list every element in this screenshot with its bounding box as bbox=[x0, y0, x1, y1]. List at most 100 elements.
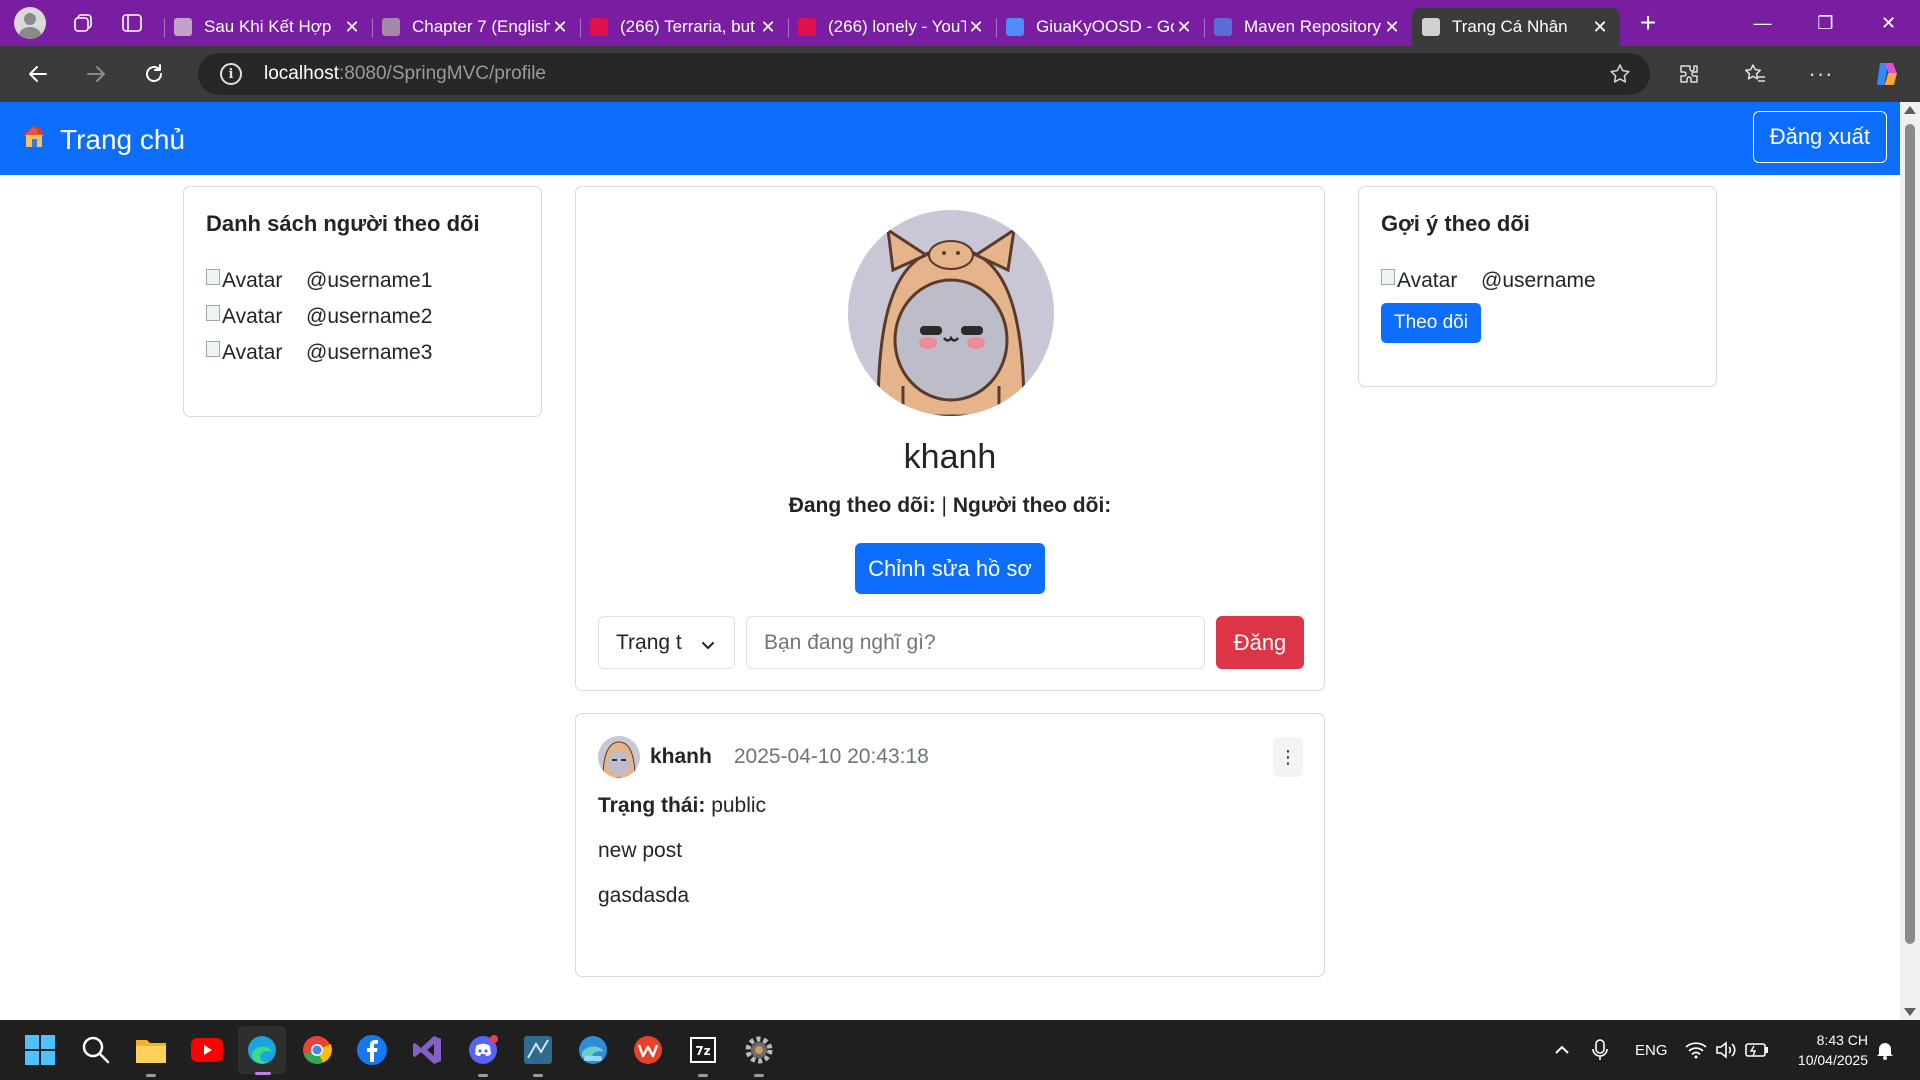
notification-bell-icon[interactable] bbox=[1876, 1020, 1894, 1080]
scrollbar-thumb[interactable] bbox=[1905, 124, 1915, 944]
restore-icon[interactable]: ❐ bbox=[1794, 0, 1857, 46]
wps-office-icon[interactable] bbox=[630, 1032, 666, 1068]
close-tab-icon[interactable]: ✕ bbox=[758, 17, 778, 38]
close-tab-icon[interactable]: ✕ bbox=[1382, 17, 1402, 38]
follower-username[interactable]: @username2 bbox=[306, 305, 432, 329]
google-docs-favicon bbox=[1006, 18, 1024, 36]
follower-item[interactable]: Avatar @username3 bbox=[206, 339, 519, 367]
workspaces-icon[interactable] bbox=[66, 5, 102, 41]
following-label[interactable]: Đang theo dõi: bbox=[789, 494, 936, 517]
7zip-icon[interactable]: 7z bbox=[685, 1032, 721, 1077]
toolbar-buttons: ··· bbox=[1656, 54, 1920, 94]
tab-title: Sau Khi Kết Hợp bbox=[204, 17, 332, 36]
browser-tab[interactable]: Chapter 7 (English) ✕ bbox=[372, 8, 580, 46]
status-value: public bbox=[711, 794, 767, 817]
battery-icon[interactable] bbox=[1745, 1020, 1769, 1080]
favorites-icon[interactable] bbox=[1722, 54, 1788, 94]
close-tab-icon[interactable]: ✕ bbox=[1590, 17, 1610, 38]
scroll-up-icon[interactable] bbox=[1904, 106, 1916, 114]
follower-item[interactable]: Avatar @username1 bbox=[206, 267, 519, 295]
wifi-icon[interactable] bbox=[1685, 1020, 1707, 1080]
broken-image-icon bbox=[206, 305, 220, 321]
more-options-icon[interactable]: ··· bbox=[1788, 54, 1854, 94]
forward-icon[interactable] bbox=[76, 54, 116, 94]
svg-text:7z: 7z bbox=[695, 1044, 710, 1058]
visual-studio-icon[interactable] bbox=[409, 1032, 445, 1068]
volume-icon[interactable] bbox=[1715, 1020, 1737, 1080]
close-tab-icon[interactable]: ✕ bbox=[342, 17, 362, 38]
brand-label: Trang chủ bbox=[60, 123, 186, 155]
edit-profile-button[interactable]: Chỉnh sửa hồ sơ bbox=[855, 543, 1045, 594]
profile-avatar bbox=[848, 210, 1054, 416]
browser-tab-active[interactable]: Trang Cá Nhân ✕ bbox=[1412, 8, 1620, 46]
site-info-icon[interactable]: i bbox=[220, 63, 242, 85]
search-icon[interactable] bbox=[78, 1032, 114, 1068]
browser-tab[interactable]: Maven Repository ✕ bbox=[1204, 8, 1412, 46]
profile-card: khanh Đang theo dõi: | Người theo dõi: C… bbox=[575, 186, 1325, 691]
back-icon[interactable] bbox=[18, 54, 58, 94]
follower-username[interactable]: @username1 bbox=[306, 269, 432, 293]
close-tab-icon[interactable]: ✕ bbox=[966, 17, 986, 38]
tab-favicon bbox=[174, 18, 192, 36]
follower-username[interactable]: @username3 bbox=[306, 341, 432, 365]
suggestions-title: Gợi ý theo dõi bbox=[1381, 211, 1530, 236]
browser-tab[interactable]: GiuaKyOOSD - Google Docs ✕ bbox=[996, 8, 1204, 46]
address-bar[interactable]: i localhost:8080/SpringMVC/profile bbox=[198, 53, 1650, 95]
reload-icon[interactable] bbox=[134, 54, 174, 94]
mysql-workbench-icon[interactable] bbox=[520, 1032, 556, 1077]
tab-actions-icon[interactable] bbox=[114, 5, 150, 41]
logout-button[interactable]: Đăng xuất bbox=[1752, 111, 1887, 163]
close-tab-icon[interactable]: ✕ bbox=[1174, 17, 1194, 38]
microphone-icon[interactable] bbox=[1592, 1020, 1608, 1080]
browser-toolbar: i localhost:8080/SpringMVC/profile ··· bbox=[0, 46, 1920, 102]
settings-gear-icon[interactable] bbox=[741, 1032, 777, 1077]
tab-title: Chapter 7 (English) bbox=[412, 17, 550, 36]
post-author[interactable]: khanh bbox=[650, 745, 712, 769]
browser-tab[interactable]: (266) Terraria, but ✕ bbox=[580, 8, 788, 46]
favorite-star-icon[interactable] bbox=[1608, 62, 1632, 91]
maven-favicon bbox=[1214, 18, 1232, 36]
show-hidden-icons[interactable] bbox=[1553, 1020, 1571, 1080]
suggested-username[interactable]: @username bbox=[1481, 269, 1596, 293]
tab-title: GiuaKyOOSD - Google Docs bbox=[1036, 17, 1174, 36]
post-submit-button[interactable]: Đăng bbox=[1216, 616, 1304, 669]
edge-icon[interactable] bbox=[238, 1026, 286, 1075]
close-window-icon[interactable]: ✕ bbox=[1857, 0, 1920, 46]
kebab-vertical-icon[interactable]: ⋮ bbox=[1273, 737, 1303, 777]
system-clock[interactable]: 8:43 CH 10/04/2025 bbox=[1798, 1030, 1868, 1070]
status-select[interactable]: Trạng t bbox=[598, 616, 735, 669]
browser-tab[interactable]: (266) lonely - YouTube ✕ bbox=[788, 8, 996, 46]
post-content-input[interactable] bbox=[746, 616, 1205, 669]
scroll-down-icon[interactable] bbox=[1904, 1008, 1916, 1016]
windows-start-icon[interactable] bbox=[22, 1032, 58, 1068]
home-link[interactable]: Trang chủ bbox=[20, 122, 185, 157]
post-author-avatar[interactable] bbox=[598, 736, 640, 778]
edge-beta-icon[interactable] bbox=[575, 1032, 611, 1068]
new-tab-icon[interactable]: + bbox=[1628, 7, 1668, 39]
close-tab-icon[interactable]: ✕ bbox=[550, 17, 570, 38]
youtube-icon[interactable] bbox=[189, 1032, 225, 1068]
page-favicon bbox=[1422, 18, 1440, 36]
language-indicator[interactable]: ENG bbox=[1635, 1020, 1668, 1080]
status-label: Trạng thái: bbox=[598, 794, 706, 817]
chrome-icon[interactable] bbox=[299, 1032, 335, 1068]
copilot-icon[interactable] bbox=[1854, 54, 1920, 94]
status-select-value: Trạng t bbox=[616, 630, 682, 654]
facebook-icon[interactable] bbox=[354, 1032, 390, 1068]
extensions-icon[interactable] bbox=[1656, 54, 1722, 94]
discord-icon[interactable] bbox=[465, 1032, 501, 1077]
clock-date: 10/04/2025 bbox=[1797, 1052, 1868, 1068]
page-scrollbar[interactable] bbox=[1900, 102, 1920, 1020]
suggestion-item: Avatar @username bbox=[1381, 267, 1694, 295]
browser-tab[interactable]: Sau Khi Kết Hợp ✕ bbox=[164, 8, 372, 46]
minimize-icon[interactable]: — bbox=[1731, 0, 1794, 46]
url-text[interactable]: localhost:8080/SpringMVC/profile bbox=[264, 63, 546, 85]
avatar: Avatar bbox=[206, 341, 290, 365]
window-controls: — ❐ ✕ bbox=[1731, 0, 1920, 46]
followers-label[interactable]: Người theo dõi: bbox=[953, 494, 1111, 517]
broken-image-icon bbox=[206, 341, 220, 357]
file-explorer-icon[interactable] bbox=[133, 1032, 169, 1077]
follow-button[interactable]: Theo dõi bbox=[1381, 303, 1481, 343]
follower-item[interactable]: Avatar @username2 bbox=[206, 303, 519, 331]
browser-profile-icon[interactable] bbox=[14, 7, 46, 39]
